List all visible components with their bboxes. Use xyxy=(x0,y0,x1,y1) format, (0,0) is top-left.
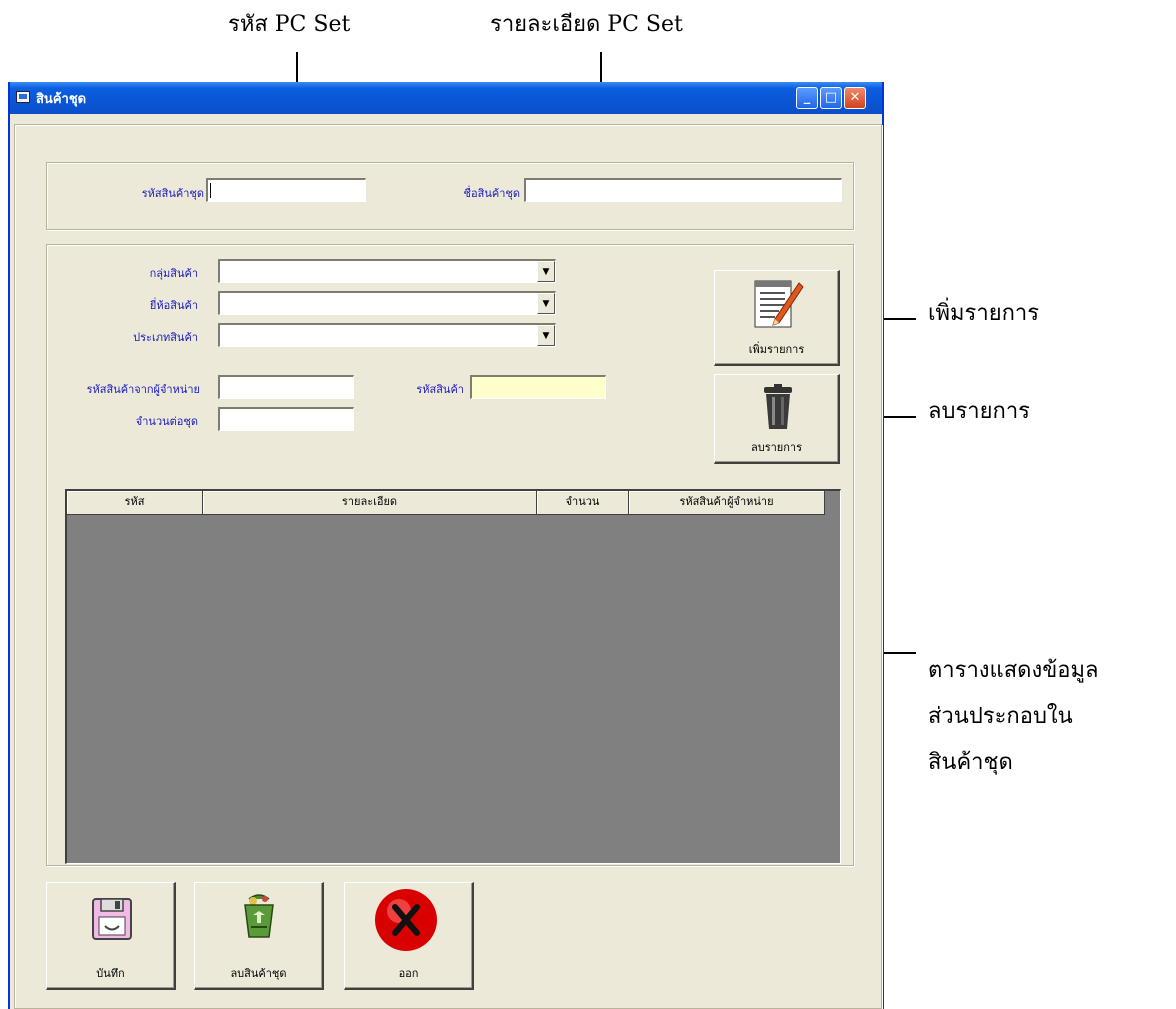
text-caret xyxy=(210,183,211,198)
window-app-icon xyxy=(16,91,30,103)
supplier-code-field[interactable] xyxy=(218,375,354,399)
delete-set-button[interactable]: ลบสินค้าชุด xyxy=(194,882,324,990)
product-group-combo[interactable]: ▼ xyxy=(218,259,556,283)
chevron-down-icon[interactable]: ▼ xyxy=(537,261,555,282)
window-title: สินค้าชุด xyxy=(36,92,87,107)
set-name-field[interactable] xyxy=(524,178,842,202)
save-label: บันทึก xyxy=(96,967,125,980)
add-item-label: เพิ่มรายการ xyxy=(748,343,805,356)
exit-label: ออก xyxy=(398,967,419,980)
set-name-label: ชื่อสินค้าชุด xyxy=(463,187,520,200)
col-header-code[interactable]: รหัส xyxy=(67,491,203,515)
set-code-label: รหัสสินค้าชุด xyxy=(141,187,204,200)
product-type-combo[interactable]: ▼ xyxy=(218,323,556,347)
save-button[interactable]: บันทึก xyxy=(46,882,176,990)
product-code-field xyxy=(470,375,606,399)
exit-button[interactable]: ออก xyxy=(344,882,474,990)
col-header-supplier-code[interactable]: รหัสสินค้าผู้จำหน่าย xyxy=(629,491,825,515)
title-bar[interactable]: สินค้าชุด _ □ ✕ xyxy=(10,82,882,114)
callout-delete-item: ลบรายการ xyxy=(928,399,1030,424)
product-group-label: กลุ่มสินค้า xyxy=(149,267,198,280)
chevron-down-icon[interactable]: ▼ xyxy=(537,293,555,314)
qty-per-set-field[interactable] xyxy=(218,407,354,431)
pc-set-window: สินค้าชุด _ □ ✕ รหัสสินค้าชุด ชื่อสินค้า… xyxy=(8,82,884,1009)
callout-pc-set-code: รหัส PC Set xyxy=(228,12,351,37)
notepad-pencil-icon xyxy=(754,280,804,328)
components-grid[interactable]: รหัส รายละเอียด จำนวน รหัสสินค้าผู้จำหน่… xyxy=(65,489,841,864)
callout-grid-note: ตารางแสดงข้อมูล ส่วนประกอบใน สินค้าชุด xyxy=(928,648,1158,787)
trash-can-icon xyxy=(764,384,792,429)
qty-per-set-label: จำนวนต่อชุด xyxy=(135,415,198,428)
product-code-label: รหัสสินค้า xyxy=(416,383,464,396)
brand-label: ยี่ห้อสินค้า xyxy=(149,299,198,312)
callout-pc-set-detail: รายละเอียด PC Set xyxy=(490,12,683,37)
exit-x-icon xyxy=(375,889,437,951)
chevron-down-icon[interactable]: ▼ xyxy=(537,325,555,346)
add-item-button[interactable]: เพิ่มรายการ xyxy=(714,270,840,366)
callout-grid-line-1: ตารางแสดงข้อมูล xyxy=(928,658,1099,683)
grid-header: รหัส รายละเอียด จำนวน รหัสสินค้าผู้จำหน่… xyxy=(67,491,825,515)
set-code-field[interactable] xyxy=(206,178,366,202)
callout-grid-line-3: สินค้าชุด xyxy=(928,750,1013,776)
floppy-disk-icon xyxy=(92,898,132,940)
brand-combo[interactable]: ▼ xyxy=(218,291,556,315)
maximize-button[interactable]: □ xyxy=(820,87,842,109)
close-button[interactable]: ✕ xyxy=(844,87,866,109)
delete-item-label: ลบรายการ xyxy=(751,441,802,454)
delete-item-button[interactable]: ลบรายการ xyxy=(714,374,840,464)
minimize-button[interactable]: _ xyxy=(796,87,818,109)
delete-set-label: ลบสินค้าชุด xyxy=(230,967,287,980)
callout-grid-line-2: ส่วนประกอบใน xyxy=(928,704,1073,730)
recycle-bin-icon xyxy=(244,894,274,938)
callout-add-item: เพิ่มรายการ xyxy=(928,301,1040,326)
product-type-label: ประเภทสินค้า xyxy=(133,331,198,344)
col-header-qty[interactable]: จำนวน xyxy=(537,491,629,515)
col-header-detail[interactable]: รายละเอียด xyxy=(203,491,537,515)
supplier-code-label: รหัสสินค้าจากผู้จำหน่าย xyxy=(86,383,200,396)
